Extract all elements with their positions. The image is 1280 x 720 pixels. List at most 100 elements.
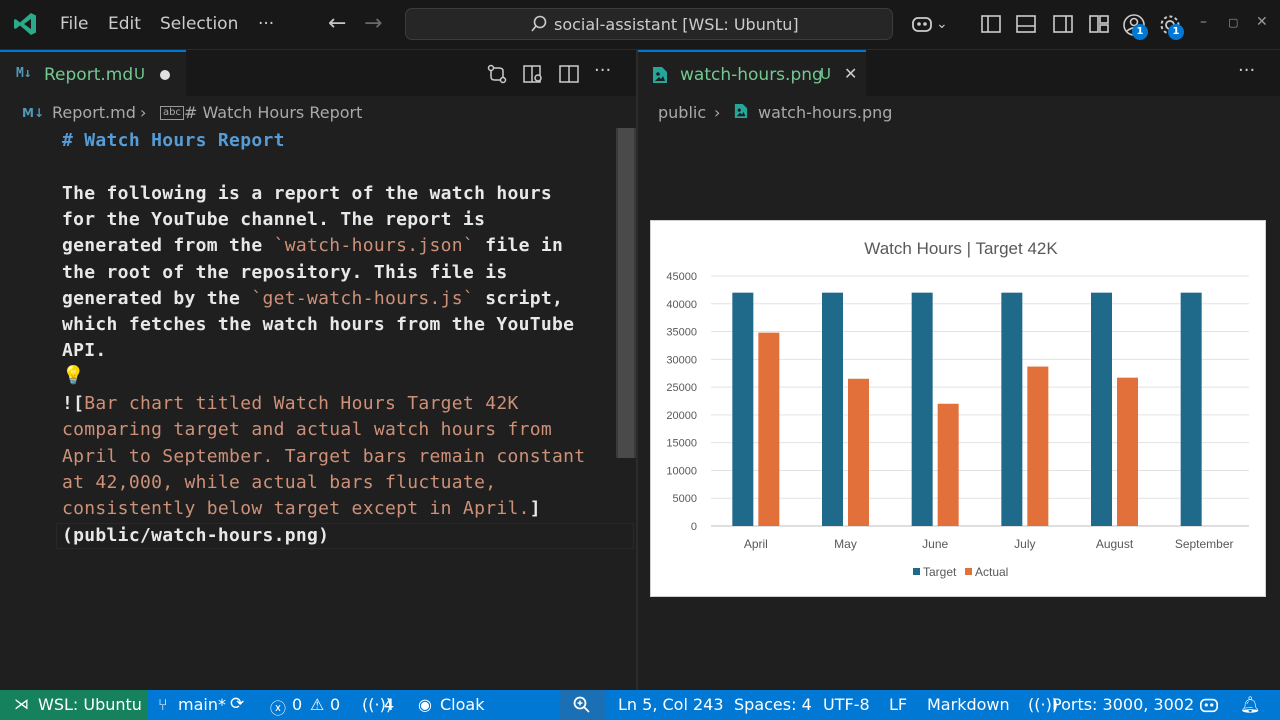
- more-actions-icon[interactable]: ···: [1238, 60, 1255, 81]
- notifications-bell-icon[interactable]: 🔔︎: [1240, 695, 1260, 714]
- chevron-down-icon[interactable]: ⌄: [936, 16, 948, 32]
- unsaved-dot-icon[interactable]: [160, 70, 170, 80]
- code-line[interactable]: comparing target and actual watch hours …: [62, 419, 552, 440]
- menu-edit[interactable]: Edit: [108, 14, 141, 34]
- command-center-label: social-assistant [WSL: Ubuntu]: [554, 15, 799, 34]
- maximize-icon[interactable]: ▢: [1228, 16, 1238, 29]
- split-editor-icon[interactable]: [558, 63, 580, 85]
- code-token: comparing target and actual watch hours …: [62, 419, 553, 441]
- y-tick-label: 5000: [673, 493, 697, 505]
- scrollbar-thumb[interactable]: [618, 128, 634, 458]
- close-tab-icon[interactable]: ✕: [844, 64, 857, 83]
- toggle-primary-sidebar-icon[interactable]: [980, 13, 1002, 35]
- code-line[interactable]: generated by the `get-watch-hours.js` sc…: [62, 288, 563, 309]
- tab-watch-hours-png[interactable]: watch-hours.png U ✕: [638, 50, 866, 96]
- customize-layout-icon[interactable]: [1088, 13, 1110, 35]
- code-token: `get-watch-hours.js`: [251, 287, 475, 309]
- legend-label: Target: [923, 565, 957, 579]
- warning-count[interactable]: 0: [330, 695, 340, 714]
- lightbulb-icon[interactable]: 💡: [62, 365, 84, 386]
- branch-name[interactable]: main*: [178, 695, 226, 714]
- code-line[interactable]: for the YouTube channel. The report is: [62, 209, 485, 230]
- bar-actual-august: [1117, 377, 1138, 526]
- image-file-icon: [653, 67, 667, 83]
- tab-report-md[interactable]: M↓ Report.md U: [0, 50, 186, 96]
- toggle-panel-icon[interactable]: [1015, 13, 1037, 35]
- forward-arrow-icon[interactable]: →: [364, 11, 382, 36]
- x-tick-label: August: [1096, 537, 1134, 551]
- end-of-line[interactable]: LF: [889, 695, 907, 714]
- settings-badge: 1: [1168, 24, 1184, 40]
- code-token: generated by the: [62, 287, 252, 309]
- bar-actual-april: [758, 332, 780, 526]
- image-preview[interactable]: Watch Hours | Target 42K 0 5000 10000 15000…: [650, 220, 1266, 597]
- zoom-icon: [573, 696, 590, 713]
- menu-selection[interactable]: Selection: [160, 14, 238, 34]
- code-line[interactable]: generated from the `watch-hours.json` fi…: [62, 235, 563, 256]
- code-line[interactable]: # Watch Hours Report: [62, 130, 285, 151]
- code-line[interactable]: consistently below target except in Apri…: [62, 498, 541, 519]
- breadcrumb-section[interactable]: # Watch Hours Report: [184, 103, 362, 122]
- breadcrumb-folder[interactable]: public: [658, 103, 706, 122]
- code-line[interactable]: API.: [62, 340, 107, 361]
- code-editor[interactable]: 💡 # Watch Hours Report The following is a…: [0, 128, 636, 688]
- error-icon[interactable]: ⓧ: [270, 695, 286, 719]
- code-token: ]: [529, 498, 541, 520]
- tab-label: watch-hours.png: [680, 65, 823, 85]
- code-line[interactable]: The following is a report of the watch h…: [62, 183, 552, 204]
- sync-icon[interactable]: ⟳: [230, 694, 244, 714]
- y-tick-label: 25000: [666, 382, 697, 394]
- chevron-right-icon: ›: [140, 103, 147, 122]
- code-token: Bar chart titled Watch Hours Target 42K: [84, 393, 519, 414]
- code-line[interactable]: the root of the repository. This file is: [62, 262, 507, 283]
- copilot-icon[interactable]: [910, 13, 934, 35]
- code-line[interactable]: which fetches the watch hours from the Y…: [62, 314, 574, 335]
- breadcrumb-file[interactable]: Report.md: [52, 103, 136, 122]
- ports-count[interactable]: 4: [384, 695, 394, 714]
- code-line[interactable]: (public/watch-hours.png): [62, 525, 329, 546]
- indentation[interactable]: Spaces: 4: [734, 695, 812, 714]
- code-token: April to September. Target bars remain c…: [62, 445, 586, 467]
- code-token: # Watch Hours Report: [62, 130, 285, 151]
- bar-actual-may: [848, 378, 869, 526]
- close-window-icon[interactable]: ✕: [1256, 14, 1268, 30]
- copilot-icon[interactable]: [1198, 695, 1220, 715]
- code-line[interactable]: ![Bar chart titled Watch Hours Target 42…: [62, 393, 519, 414]
- untracked-indicator: U: [134, 65, 145, 83]
- zoom-indicator[interactable]: [560, 690, 606, 720]
- remote-indicator[interactable]: ⋊ WSL: Ubuntu: [0, 690, 148, 720]
- compare-changes-icon[interactable]: [486, 63, 508, 85]
- right-editor-group: watch-hours.png U ✕ ··· public › watch-h…: [638, 50, 1280, 690]
- language-mode[interactable]: Markdown: [927, 695, 1010, 714]
- code-token: The following is a report of the watch h…: [62, 182, 553, 204]
- code-line[interactable]: April to September. Target bars remain c…: [62, 446, 585, 467]
- menu-more[interactable]: ···: [258, 14, 274, 34]
- left-tab-bar: M↓ Report.md U ···: [0, 50, 636, 96]
- legend-swatch: [965, 568, 972, 575]
- more-actions-icon[interactable]: ···: [594, 60, 611, 81]
- breadcrumb-file[interactable]: watch-hours.png: [758, 103, 892, 122]
- code-token: (public/watch-hours.png): [62, 524, 330, 546]
- title-bar: File Edit Selection ··· ← → social-assis…: [0, 0, 1280, 50]
- toggle-secondary-sidebar-icon[interactable]: [1052, 13, 1074, 35]
- menu-file[interactable]: File: [60, 14, 88, 34]
- warning-icon[interactable]: ⚠: [310, 695, 324, 714]
- search-icon: [531, 15, 547, 32]
- y-tick-label: 15000: [666, 438, 697, 450]
- minimize-icon[interactable]: –: [1200, 14, 1207, 30]
- error-count[interactable]: 0: [292, 695, 302, 714]
- cursor-position[interactable]: Ln 5, Col 243: [618, 695, 724, 714]
- open-preview-icon[interactable]: [522, 63, 544, 85]
- legend-swatch: [913, 568, 920, 575]
- legend-label: Actual: [975, 565, 1008, 579]
- forwarded-ports[interactable]: Ports: 3000, 3002: [1052, 695, 1194, 714]
- code-token: consistently below target except in Apri…: [62, 498, 530, 520]
- back-arrow-icon[interactable]: ←: [328, 11, 346, 36]
- command-center-search[interactable]: social-assistant [WSL: Ubuntu]: [405, 8, 893, 40]
- cloak-toggle[interactable]: Cloak: [440, 695, 484, 714]
- code-token: generated from the: [62, 235, 274, 257]
- code-line[interactable]: at 42,000, while actual bars fluctuate,: [62, 472, 496, 493]
- code-token: file in: [474, 235, 564, 257]
- left-editor-group: M↓ Report.md U ··· M↓ Report.md › abc # …: [0, 50, 636, 690]
- encoding[interactable]: UTF-8: [823, 695, 870, 714]
